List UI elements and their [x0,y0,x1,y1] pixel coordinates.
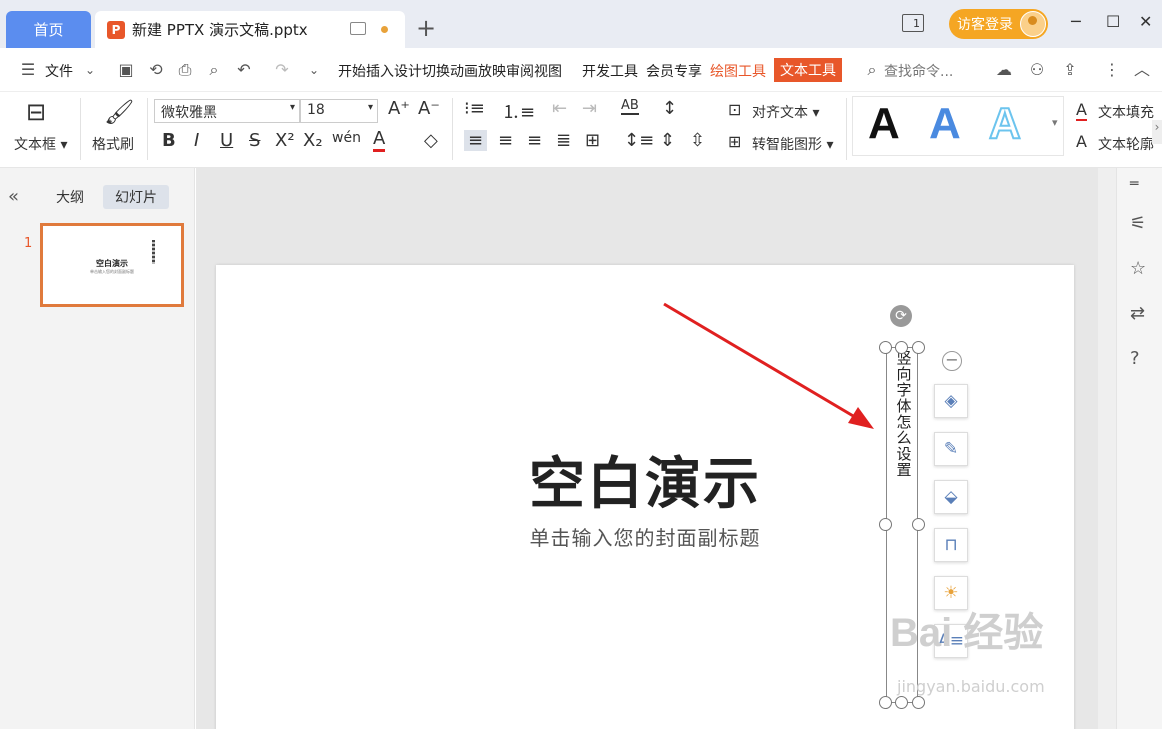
watermark-url: jingyan.baidu.com [897,677,1045,696]
watermark-logo: Bai 经验 [890,611,1044,655]
